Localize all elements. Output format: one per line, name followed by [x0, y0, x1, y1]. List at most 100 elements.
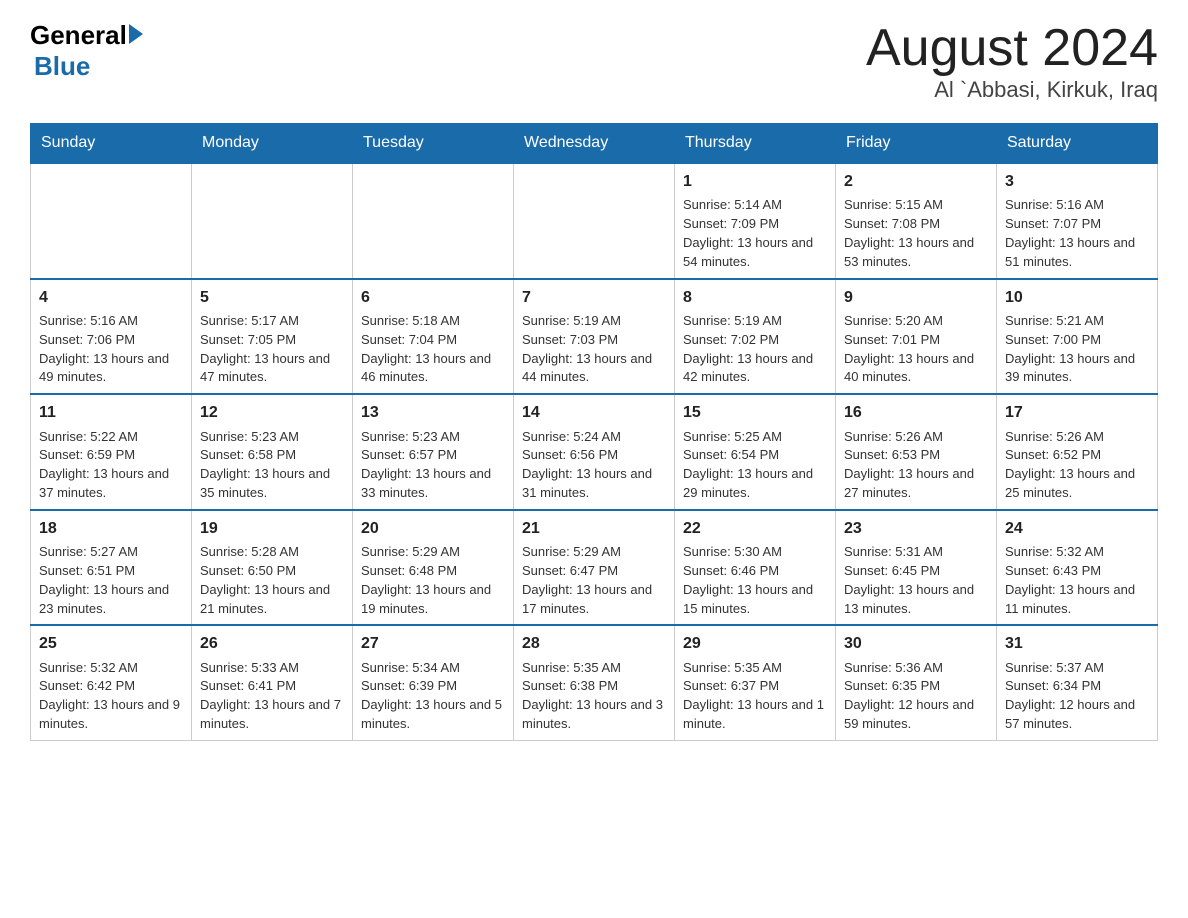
calendar-cell: 12 Sunrise: 5:23 AM Sunset: 6:58 PM Dayli… — [192, 394, 353, 510]
calendar-cell: 2 Sunrise: 5:15 AM Sunset: 7:08 PM Daylig… — [836, 163, 997, 279]
day-info: Sunrise: 5:21 AM Sunset: 7:00 PM Dayligh… — [1005, 312, 1149, 387]
day-info: Sunrise: 5:16 AM Sunset: 7:07 PM Dayligh… — [1005, 196, 1149, 271]
day-number: 14 — [522, 401, 666, 424]
day-number: 30 — [844, 632, 988, 655]
day-number: 7 — [522, 286, 666, 309]
calendar-subtitle: Al `Abbasi, Kirkuk, Iraq — [866, 77, 1158, 103]
title-block: August 2024 Al `Abbasi, Kirkuk, Iraq — [866, 20, 1158, 103]
calendar-cell: 30 Sunrise: 5:36 AM Sunset: 6:35 PM Dayli… — [836, 625, 997, 740]
day-number: 2 — [844, 170, 988, 193]
calendar-cell: 7 Sunrise: 5:19 AM Sunset: 7:03 PM Daylig… — [514, 279, 675, 395]
logo-arrow-icon — [129, 24, 143, 44]
calendar-cell: 19 Sunrise: 5:28 AM Sunset: 6:50 PM Dayli… — [192, 510, 353, 626]
day-info: Sunrise: 5:34 AM Sunset: 6:39 PM Dayligh… — [361, 659, 505, 734]
day-info: Sunrise: 5:28 AM Sunset: 6:50 PM Dayligh… — [200, 543, 344, 618]
day-info: Sunrise: 5:19 AM Sunset: 7:02 PM Dayligh… — [683, 312, 827, 387]
day-info: Sunrise: 5:29 AM Sunset: 6:48 PM Dayligh… — [361, 543, 505, 618]
calendar-cell: 27 Sunrise: 5:34 AM Sunset: 6:39 PM Dayli… — [353, 625, 514, 740]
day-info: Sunrise: 5:23 AM Sunset: 6:57 PM Dayligh… — [361, 428, 505, 503]
calendar-title: August 2024 — [866, 20, 1158, 77]
calendar-table: SundayMondayTuesdayWednesdayThursdayFrid… — [30, 123, 1158, 741]
day-number: 31 — [1005, 632, 1149, 655]
day-number: 9 — [844, 286, 988, 309]
day-info: Sunrise: 5:16 AM Sunset: 7:06 PM Dayligh… — [39, 312, 183, 387]
calendar-week-row: 18 Sunrise: 5:27 AM Sunset: 6:51 PM Dayli… — [31, 510, 1158, 626]
calendar-cell: 6Sunrise: 5:18 AM Sunset: 7:04 PM Daylig… — [353, 279, 514, 395]
day-info: Sunrise: 5:29 AM Sunset: 6:47 PM Dayligh… — [522, 543, 666, 618]
calendar-cell: 10Sunrise: 5:21 AM Sunset: 7:00 PM Dayli… — [997, 279, 1158, 395]
day-number: 4 — [39, 286, 183, 309]
day-info: Sunrise: 5:15 AM Sunset: 7:08 PM Dayligh… — [844, 196, 988, 271]
day-info: Sunrise: 5:17 AM Sunset: 7:05 PM Dayligh… — [200, 312, 344, 387]
day-info: Sunrise: 5:26 AM Sunset: 6:53 PM Dayligh… — [844, 428, 988, 503]
day-of-week-header: Sunday — [31, 124, 192, 164]
day-info: Sunrise: 5:23 AM Sunset: 6:58 PM Dayligh… — [200, 428, 344, 503]
calendar-cell: 23Sunrise: 5:31 AM Sunset: 6:45 PM Dayli… — [836, 510, 997, 626]
calendar-cell: 4 Sunrise: 5:16 AM Sunset: 7:06 PM Daylig… — [31, 279, 192, 395]
calendar-cell: 9 Sunrise: 5:20 AM Sunset: 7:01 PM Daylig… — [836, 279, 997, 395]
day-number: 13 — [361, 401, 505, 424]
calendar-week-row: 1Sunrise: 5:14 AM Sunset: 7:09 PM Daylig… — [31, 163, 1158, 279]
day-number: 28 — [522, 632, 666, 655]
day-number: 27 — [361, 632, 505, 655]
calendar-cell: 14 Sunrise: 5:24 AM Sunset: 6:56 PM Dayli… — [514, 394, 675, 510]
calendar-cell: 24 Sunrise: 5:32 AM Sunset: 6:43 PM Dayli… — [997, 510, 1158, 626]
calendar-cell: 5 Sunrise: 5:17 AM Sunset: 7:05 PM Daylig… — [192, 279, 353, 395]
calendar-cell: 17 Sunrise: 5:26 AM Sunset: 6:52 PM Dayli… — [997, 394, 1158, 510]
calendar-cell: 8 Sunrise: 5:19 AM Sunset: 7:02 PM Daylig… — [675, 279, 836, 395]
calendar-header-row: SundayMondayTuesdayWednesdayThursdayFrid… — [31, 124, 1158, 164]
day-of-week-header: Wednesday — [514, 124, 675, 164]
calendar-cell: 22 Sunrise: 5:30 AM Sunset: 6:46 PM Dayli… — [675, 510, 836, 626]
day-of-week-header: Tuesday — [353, 124, 514, 164]
day-info: Sunrise: 5:24 AM Sunset: 6:56 PM Dayligh… — [522, 428, 666, 503]
day-info: Sunrise: 5:35 AM Sunset: 6:37 PM Dayligh… — [683, 659, 827, 734]
day-number: 22 — [683, 517, 827, 540]
day-number: 1 — [683, 170, 827, 193]
calendar-cell: 13 Sunrise: 5:23 AM Sunset: 6:57 PM Dayli… — [353, 394, 514, 510]
day-of-week-header: Monday — [192, 124, 353, 164]
day-number: 19 — [200, 517, 344, 540]
day-number: 11 — [39, 401, 183, 424]
day-info: Sunrise: 5:20 AM Sunset: 7:01 PM Dayligh… — [844, 312, 988, 387]
day-number: 12 — [200, 401, 344, 424]
calendar-cell: 1Sunrise: 5:14 AM Sunset: 7:09 PM Daylig… — [675, 163, 836, 279]
day-of-week-header: Saturday — [997, 124, 1158, 164]
day-info: Sunrise: 5:26 AM Sunset: 6:52 PM Dayligh… — [1005, 428, 1149, 503]
day-number: 23 — [844, 517, 988, 540]
day-info: Sunrise: 5:27 AM Sunset: 6:51 PM Dayligh… — [39, 543, 183, 618]
logo-blue-text: Blue — [34, 51, 90, 81]
day-number: 18 — [39, 517, 183, 540]
calendar-week-row: 11 Sunrise: 5:22 AM Sunset: 6:59 PM Dayli… — [31, 394, 1158, 510]
day-number: 29 — [683, 632, 827, 655]
day-info: Sunrise: 5:33 AM Sunset: 6:41 PM Dayligh… — [200, 659, 344, 734]
calendar-week-row: 25Sunrise: 5:32 AM Sunset: 6:42 PM Dayli… — [31, 625, 1158, 740]
calendar-cell: 15 Sunrise: 5:25 AM Sunset: 6:54 PM Dayli… — [675, 394, 836, 510]
day-info: Sunrise: 5:22 AM Sunset: 6:59 PM Dayligh… — [39, 428, 183, 503]
day-info: Sunrise: 5:32 AM Sunset: 6:43 PM Dayligh… — [1005, 543, 1149, 618]
day-number: 17 — [1005, 401, 1149, 424]
day-info: Sunrise: 5:37 AM Sunset: 6:34 PM Dayligh… — [1005, 659, 1149, 734]
calendar-cell: 11 Sunrise: 5:22 AM Sunset: 6:59 PM Dayli… — [31, 394, 192, 510]
calendar-cell: 18 Sunrise: 5:27 AM Sunset: 6:51 PM Dayli… — [31, 510, 192, 626]
day-number: 24 — [1005, 517, 1149, 540]
day-number: 15 — [683, 401, 827, 424]
calendar-cell: 29 Sunrise: 5:35 AM Sunset: 6:37 PM Dayli… — [675, 625, 836, 740]
calendar-cell: 26Sunrise: 5:33 AM Sunset: 6:41 PM Dayli… — [192, 625, 353, 740]
day-number: 5 — [200, 286, 344, 309]
day-number: 8 — [683, 286, 827, 309]
day-info: Sunrise: 5:19 AM Sunset: 7:03 PM Dayligh… — [522, 312, 666, 387]
day-info: Sunrise: 5:30 AM Sunset: 6:46 PM Dayligh… — [683, 543, 827, 618]
calendar-cell: 25Sunrise: 5:32 AM Sunset: 6:42 PM Dayli… — [31, 625, 192, 740]
day-number: 25 — [39, 632, 183, 655]
day-of-week-header: Thursday — [675, 124, 836, 164]
logo-general-text: General — [30, 20, 127, 51]
calendar-cell: 28Sunrise: 5:35 AM Sunset: 6:38 PM Dayli… — [514, 625, 675, 740]
calendar-cell — [353, 163, 514, 279]
calendar-cell — [31, 163, 192, 279]
calendar-cell: 21Sunrise: 5:29 AM Sunset: 6:47 PM Dayli… — [514, 510, 675, 626]
logo: General Blue — [30, 20, 143, 82]
day-of-week-header: Friday — [836, 124, 997, 164]
day-info: Sunrise: 5:36 AM Sunset: 6:35 PM Dayligh… — [844, 659, 988, 734]
day-info: Sunrise: 5:25 AM Sunset: 6:54 PM Dayligh… — [683, 428, 827, 503]
calendar-cell — [192, 163, 353, 279]
